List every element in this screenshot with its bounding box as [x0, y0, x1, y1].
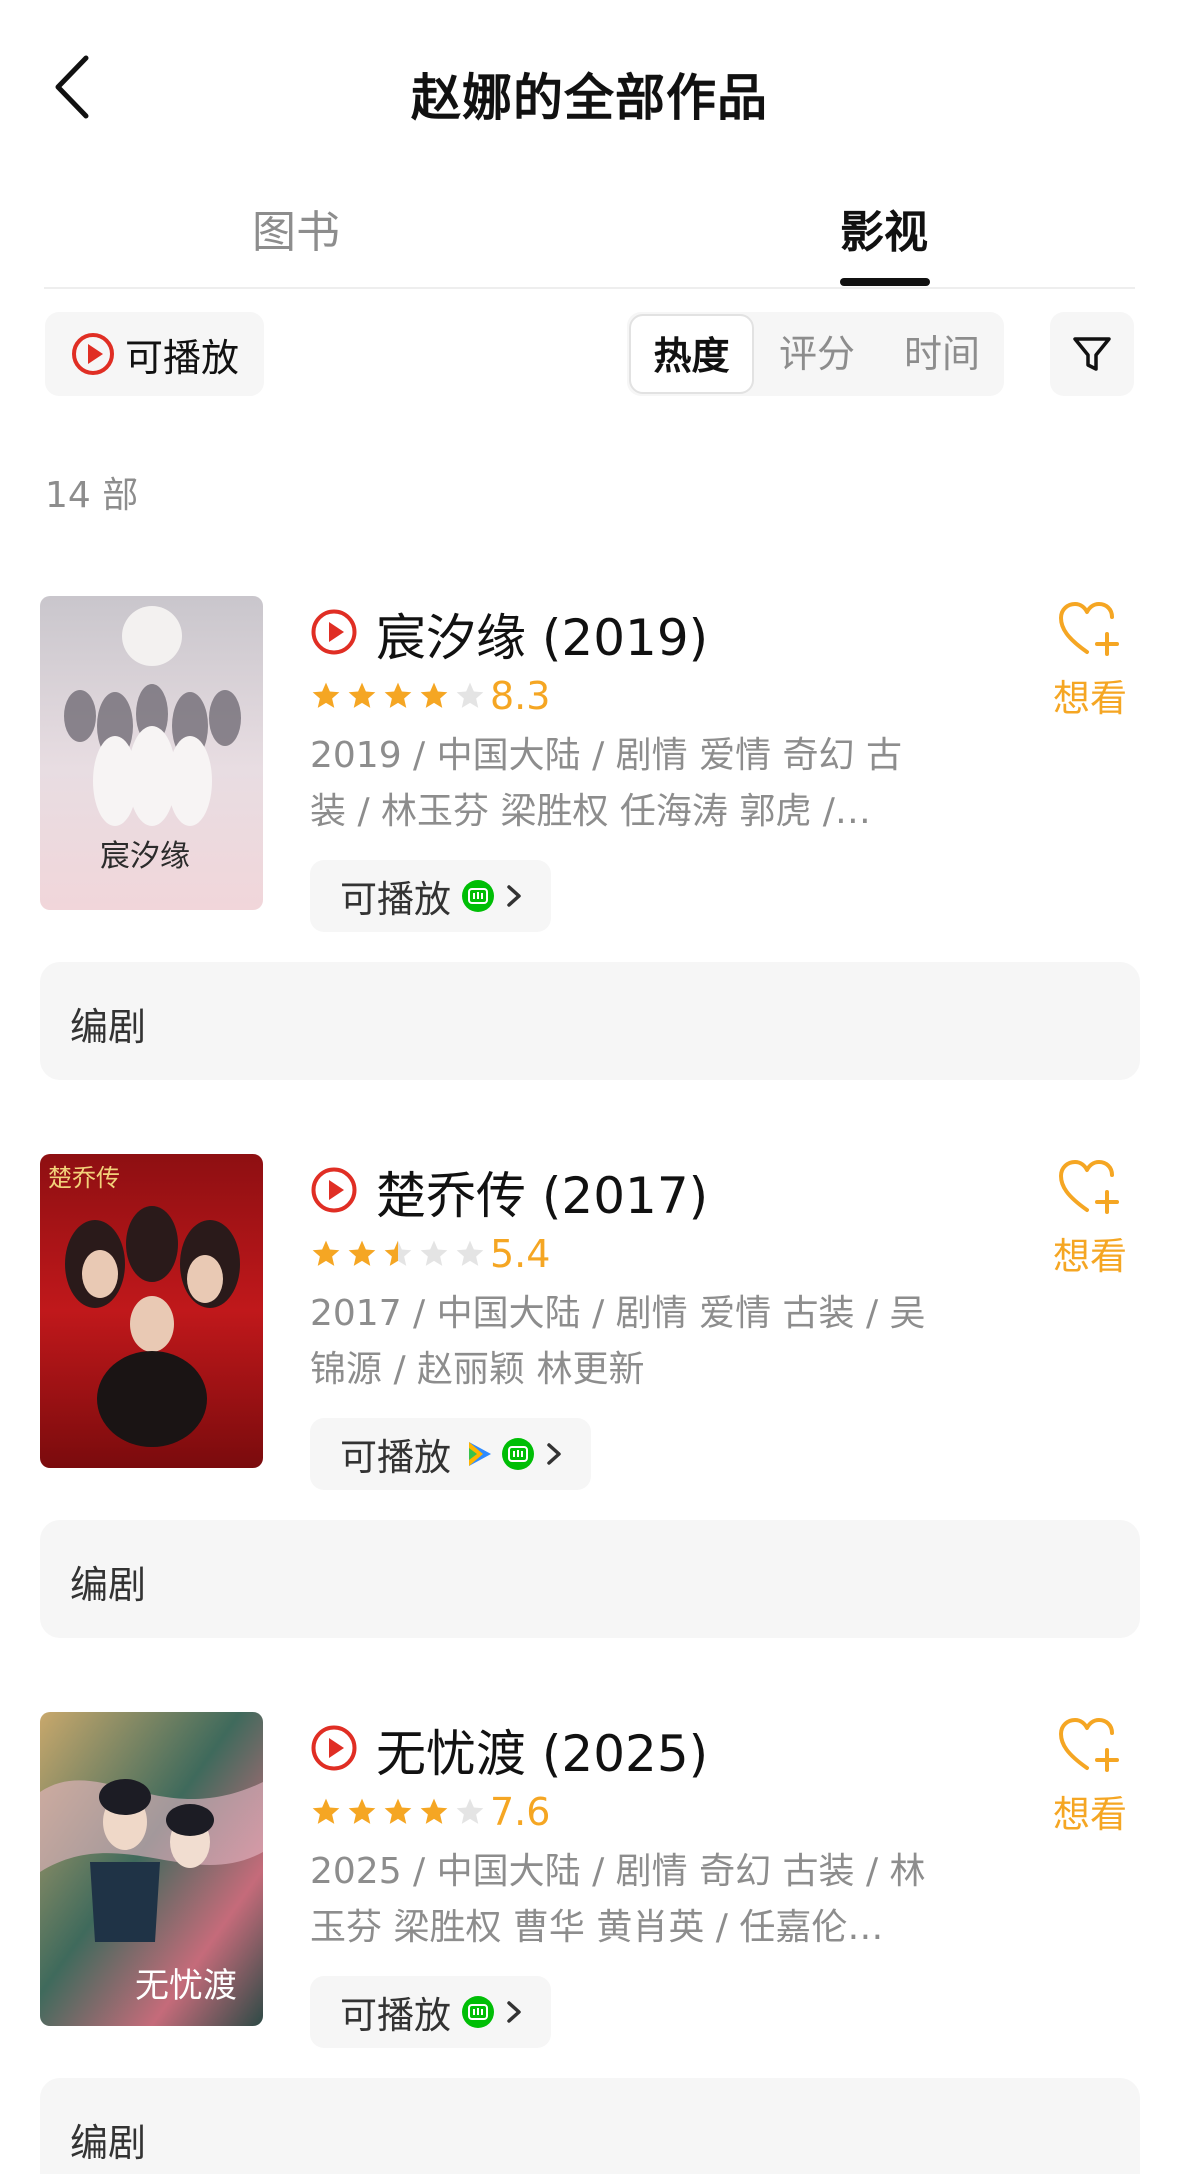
- playable-filter-button[interactable]: 可播放: [45, 312, 264, 396]
- role-bar: 编剧: [40, 2078, 1140, 2174]
- rating-score: 8.3: [490, 674, 551, 718]
- tencent-video-icon: [469, 1442, 491, 1466]
- role-label: 编剧: [70, 2121, 147, 2165]
- tab-books[interactable]: 图书: [252, 196, 340, 260]
- star-filled-icon: [348, 682, 376, 708]
- rating-score: 5.4: [490, 1232, 551, 1276]
- work-item[interactable]: 无忧渡 无忧渡 (2025) 7.6 2025 / 中国大陆 / 剧情 奇幻 古…: [0, 1712, 1179, 2174]
- star-rating: [310, 680, 490, 712]
- meta-line: 2025 / 中国大陆 / 剧情 奇幻 古装 / 林: [310, 1851, 926, 1892]
- chevron-right-icon: [507, 885, 521, 907]
- play-circle-icon: [311, 1167, 357, 1213]
- work-meta: 2017 / 中国大陆 / 剧情 爱情 古装 / 吴 锦源 / 赵丽颖 林更新: [310, 1286, 950, 1398]
- svg-text:宸汐缘: 宸汐缘: [100, 839, 190, 874]
- star-filled-icon: [420, 1798, 448, 1824]
- work-meta: 2019 / 中国大陆 / 剧情 爱情 奇幻 古 装 / 林玉芬 梁胜权 任海涛…: [310, 728, 950, 840]
- meta-line: 2019 / 中国大陆 / 剧情 爱情 奇幻 古: [310, 735, 902, 776]
- iqiyi-icon: [462, 880, 494, 912]
- filter-button[interactable]: [1050, 312, 1134, 396]
- work-meta: 2025 / 中国大陆 / 剧情 奇幻 古装 / 林 玉芬 梁胜权 曹华 黄肖英…: [310, 1844, 950, 1956]
- sort-popularity[interactable]: 热度: [629, 314, 754, 394]
- star-empty-icon: [456, 682, 484, 708]
- poster-image[interactable]: 宸汐缘: [40, 596, 263, 910]
- work-title[interactable]: 楚乔传 (2017): [376, 1156, 708, 1228]
- heart-plus-icon: [1059, 1718, 1119, 1772]
- chevron-right-icon: [547, 1443, 561, 1465]
- want-to-watch-button[interactable]: 想看: [1045, 600, 1135, 722]
- star-filled-icon: [384, 1798, 412, 1824]
- sort-time[interactable]: 时间: [880, 312, 1004, 396]
- playable-label: 可播放: [340, 1436, 451, 1479]
- chevron-right-icon: [507, 2001, 521, 2023]
- playable-button[interactable]: 可播放: [310, 860, 551, 932]
- star-half-icon: [384, 1240, 412, 1266]
- playable-label: 可播放: [340, 878, 451, 921]
- role-label: 编剧: [70, 1005, 147, 1049]
- playable-filter-label: 可播放: [125, 335, 240, 380]
- star-empty-icon: [420, 1240, 448, 1266]
- playable-button[interactable]: 可播放: [310, 1418, 591, 1490]
- meta-line: 锦源 / 赵丽颖 林更新: [310, 1349, 645, 1390]
- star-filled-icon: [312, 682, 340, 708]
- result-count: 14 部: [45, 475, 139, 516]
- star-filled-icon: [420, 682, 448, 708]
- poster-image[interactable]: 无忧渡: [40, 1712, 263, 2026]
- play-circle-icon: [72, 333, 114, 375]
- page: 赵娜的全部作品 图书 影视 可播放 热度 评分 时间 14 部 宸汐缘 宸汐缘 …: [0, 0, 1179, 2174]
- star-filled-icon: [348, 1240, 376, 1266]
- want-to-watch-label: 想看: [1053, 677, 1127, 720]
- star-filled-icon: [312, 1798, 340, 1824]
- meta-line: 2017 / 中国大陆 / 剧情 爱情 古装 / 吴: [310, 1293, 926, 1334]
- meta-line: 装 / 林玉芬 梁胜权 任海涛 郭虎 /…: [310, 791, 871, 832]
- meta-line: 玉芬 梁胜权 曹华 黄肖英 / 任嘉伦…: [310, 1907, 884, 1948]
- play-circle-icon: [311, 609, 357, 655]
- star-rating: [310, 1796, 490, 1828]
- want-to-watch-label: 想看: [1053, 1235, 1127, 1278]
- role-bar: 编剧: [40, 962, 1140, 1080]
- star-rating: [310, 1238, 490, 1270]
- playable-label: 可播放: [340, 1994, 451, 2037]
- poster-image[interactable]: 楚乔传: [40, 1154, 263, 1468]
- star-filled-icon: [384, 682, 412, 708]
- work-item[interactable]: 宸汐缘 宸汐缘 (2019) 8.3 2019 / 中国大陆 / 剧情 爱情 奇…: [0, 596, 1179, 1136]
- star-filled-icon: [312, 1240, 340, 1266]
- iqiyi-icon: [502, 1438, 534, 1470]
- want-to-watch-button[interactable]: 想看: [1045, 1716, 1135, 1838]
- role-label: 编剧: [70, 1563, 147, 1607]
- heart-plus-icon: [1059, 602, 1119, 656]
- role-bar: 编剧: [40, 1520, 1140, 1638]
- star-empty-icon: [456, 1240, 484, 1266]
- want-to-watch-button[interactable]: 想看: [1045, 1158, 1135, 1280]
- playable-button[interactable]: 可播放: [310, 1976, 551, 2048]
- work-title[interactable]: 无忧渡 (2025): [376, 1714, 708, 1786]
- want-to-watch-label: 想看: [1053, 1793, 1127, 1836]
- play-circle-icon: [311, 1725, 357, 1771]
- iqiyi-icon: [462, 1996, 494, 2028]
- tab-video[interactable]: 影视: [840, 196, 928, 260]
- work-item[interactable]: 楚乔传 楚乔传 (2017) 5.4 2017 / 中国大陆 / 剧情 爱情 古…: [0, 1154, 1179, 1694]
- star-empty-icon: [456, 1798, 484, 1824]
- heart-plus-icon: [1059, 1160, 1119, 1214]
- svg-text:楚乔传: 楚乔传: [48, 1164, 120, 1192]
- active-tab-indicator: [840, 278, 930, 286]
- sort-segmented-control: 热度 评分 时间: [627, 312, 1004, 396]
- work-title[interactable]: 宸汐缘 (2019): [376, 598, 708, 670]
- sort-rating[interactable]: 评分: [755, 312, 879, 396]
- rating-score: 7.6: [490, 1790, 551, 1834]
- star-filled-icon: [348, 1798, 376, 1824]
- page-title: 赵娜的全部作品: [411, 69, 768, 127]
- tab-divider: [44, 287, 1135, 289]
- svg-text:无忧渡: 无忧渡: [135, 1966, 237, 2006]
- funnel-icon: [1073, 337, 1111, 371]
